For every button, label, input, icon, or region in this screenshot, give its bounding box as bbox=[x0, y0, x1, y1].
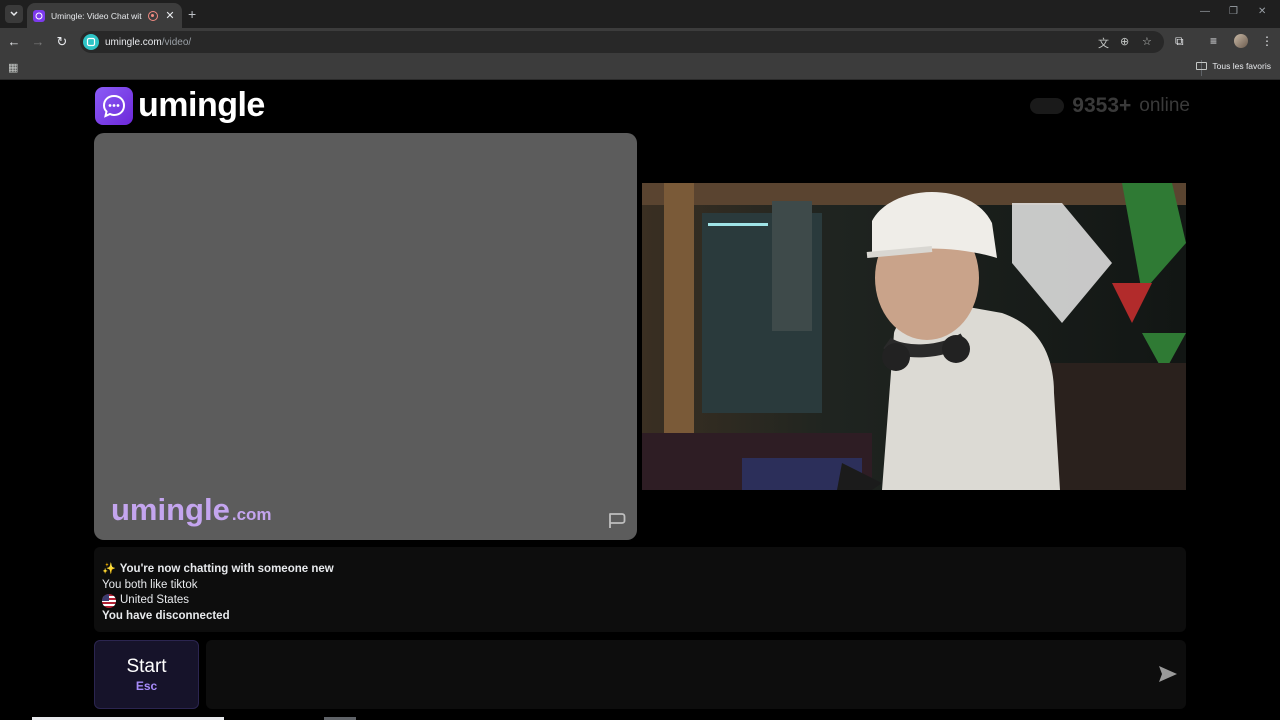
zoom-icon[interactable]: ⊕ bbox=[1120, 35, 1129, 48]
browser-tab-active[interactable]: Umingle: Video Chat with S ✕ bbox=[27, 3, 182, 28]
browser-toolbar: ← → ↻ umingle.com/video/ 文 ⊕ ☆ ⧉ ≡ ⋮ bbox=[0, 28, 1280, 56]
online-count: 9353+ bbox=[1072, 94, 1132, 117]
start-shortcut: Esc bbox=[135, 679, 158, 693]
chat-log: ✨ You're now chatting with someone new Y… bbox=[94, 547, 1186, 632]
url-text: umingle.com/video/ bbox=[105, 36, 192, 48]
new-tab-button[interactable]: + bbox=[188, 6, 196, 22]
online-counter: 9353+ online bbox=[1030, 94, 1190, 118]
window-close-icon[interactable]: ✕ bbox=[1258, 6, 1266, 17]
chat-message: United States bbox=[102, 593, 1178, 609]
start-button[interactable]: Start Esc bbox=[94, 640, 199, 709]
apps-grid-icon[interactable]: ▦ bbox=[8, 61, 18, 74]
chat-message-text: You have disconnected bbox=[102, 609, 230, 622]
reload-icon[interactable]: ↻ bbox=[54, 34, 70, 50]
bookmark-star-icon[interactable]: ☆ bbox=[1142, 35, 1152, 48]
recording-indicator-icon bbox=[148, 10, 158, 21]
watermark: umingle .com bbox=[111, 492, 272, 528]
umingle-favicon-icon bbox=[33, 9, 45, 22]
online-toggle[interactable] bbox=[1030, 98, 1065, 114]
watermark-main: umingle bbox=[111, 492, 230, 527]
online-label: online bbox=[1139, 95, 1190, 116]
folder-icon bbox=[1196, 62, 1208, 70]
menu-kebab-icon[interactable]: ⋮ bbox=[1261, 34, 1273, 48]
chat-message: You both like tiktok bbox=[102, 578, 1178, 594]
media-control-icon[interactable]: ≡ bbox=[1210, 34, 1217, 48]
back-arrow-icon[interactable]: ← bbox=[6, 34, 22, 49]
remote-video-panel bbox=[642, 183, 1186, 490]
message-input[interactable] bbox=[206, 640, 1186, 709]
profile-avatar[interactable] bbox=[1234, 34, 1248, 48]
report-flag-icon[interactable] bbox=[607, 510, 627, 530]
umingle-page: umingle 9353+ online umingle .com ✨ You'… bbox=[0, 80, 1280, 720]
minimize-icon[interactable]: — bbox=[1200, 6, 1210, 17]
us-flag-icon bbox=[102, 593, 116, 608]
all-bookmarks-label: Tous les favoris bbox=[1212, 61, 1271, 71]
chat-message: You have disconnected bbox=[102, 609, 1178, 625]
chevron-down-icon bbox=[10, 11, 18, 17]
site-logo[interactable]: umingle bbox=[95, 86, 265, 125]
local-video-panel: umingle .com bbox=[94, 133, 637, 540]
chat-message-text: You're now chatting with someone new bbox=[119, 563, 334, 575]
remote-video-frame bbox=[642, 183, 1186, 490]
all-bookmarks-folder[interactable]: Tous les favoris bbox=[1196, 61, 1271, 71]
send-icon[interactable] bbox=[1158, 665, 1178, 683]
restore-icon[interactable]: ❐ bbox=[1229, 6, 1238, 17]
logo-text: umingle bbox=[138, 86, 265, 124]
tab-close-button[interactable]: ✕ bbox=[164, 9, 176, 22]
tab-search-button[interactable] bbox=[5, 5, 23, 23]
site-info-icon[interactable] bbox=[83, 34, 99, 50]
chat-message-text: You both like tiktok bbox=[102, 578, 198, 591]
extensions-icon[interactable]: ⧉ bbox=[1175, 34, 1184, 49]
browser-tab-bar: Umingle: Video Chat with S ✕ + — ❐ ✕ bbox=[0, 0, 1280, 28]
sparkle-icon: ✨ bbox=[102, 563, 116, 575]
chat-bubble-logo-icon bbox=[95, 86, 133, 125]
start-label: Start bbox=[126, 656, 167, 677]
chat-message-text: United States bbox=[120, 594, 190, 606]
watermark-suffix: .com bbox=[231, 505, 272, 524]
bookmarks-bar: ▦ Tous les favoris bbox=[0, 56, 1280, 80]
chat-message: ✨ You're now chatting with someone new bbox=[102, 562, 1178, 578]
tab-title: Umingle: Video Chat with S bbox=[51, 10, 142, 21]
translate-icon[interactable]: 文 bbox=[1098, 35, 1109, 51]
address-bar[interactable]: umingle.com/video/ 文 ⊕ ☆ bbox=[80, 31, 1164, 53]
forward-arrow-icon[interactable]: → bbox=[30, 34, 46, 49]
